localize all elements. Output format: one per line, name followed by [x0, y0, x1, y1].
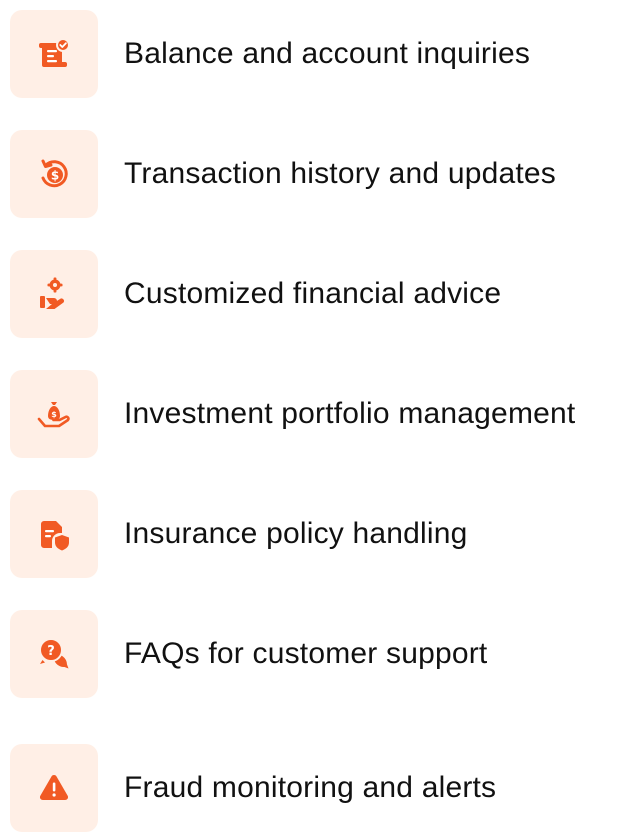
feature-list: Balance and account inquiries $ Transact…: [0, 0, 630, 832]
question-chat-icon: ?: [39, 638, 69, 669]
svg-text:?: ?: [47, 644, 55, 659]
feature-label: Investment portfolio management: [124, 397, 576, 430]
hand-money-bag-icon: $: [37, 402, 70, 428]
feature-item: Customized financial advice: [0, 250, 630, 338]
svg-text:$: $: [51, 410, 57, 419]
feature-item: Insurance policy handling: [0, 490, 630, 578]
icon-tile: [10, 10, 98, 98]
feature-item: ? FAQs for customer support: [0, 610, 630, 698]
icon-tile: [10, 490, 98, 578]
svg-text:$: $: [51, 169, 59, 183]
icon-tile: ?: [10, 610, 98, 698]
icon-tile: [10, 744, 98, 832]
hand-gear-icon: [40, 277, 64, 309]
refresh-dollar-icon: $: [41, 159, 68, 188]
feature-item: $ Investment portfolio management: [0, 370, 630, 458]
feature-label: FAQs for customer support: [124, 637, 488, 670]
document-shield-icon: [41, 521, 69, 551]
feature-label: Transaction history and updates: [124, 157, 557, 190]
warning-triangle-icon: [39, 775, 69, 800]
scroll-checkmark-icon: [39, 38, 70, 67]
icon-tile: $: [10, 130, 98, 218]
feature-label: Fraud monitoring and alerts: [124, 771, 497, 804]
icon-tile: [10, 250, 98, 338]
feature-item: Balance and account inquiries: [0, 10, 630, 98]
feature-label: Balance and account inquiries: [124, 37, 531, 70]
feature-label: Insurance policy handling: [124, 517, 468, 550]
feature-label: Customized financial advice: [124, 277, 502, 310]
icon-tile: $: [10, 370, 98, 458]
feature-item: $ Transaction history and updates: [0, 130, 630, 218]
feature-item: Fraud monitoring and alerts: [0, 744, 630, 832]
